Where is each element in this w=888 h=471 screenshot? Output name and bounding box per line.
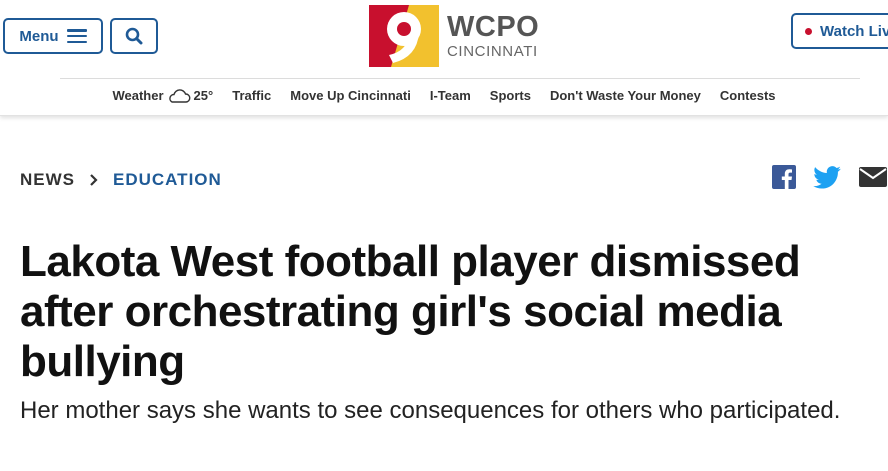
nav-item-i-team[interactable]: I-Team [430, 88, 471, 103]
article-subhead: Her mother says she wants to see consequ… [20, 397, 841, 424]
site-logo[interactable]: WCPO CINCINNATI [369, 5, 539, 67]
nav-divider [60, 78, 860, 79]
facebook-icon [772, 165, 796, 189]
search-button[interactable] [110, 18, 158, 54]
nav-item-move-up-cincinnati[interactable]: Move Up Cincinnati [290, 88, 411, 103]
watch-live-label: Watch Live [820, 22, 888, 40]
share-facebook-button[interactable] [772, 165, 796, 189]
main-nav: Weather 25° Traffic Move Up Cincinnati I… [0, 88, 888, 103]
twitter-icon [813, 165, 841, 189]
share-email-button[interactable] [858, 165, 888, 189]
breadcrumb-news[interactable]: NEWS [20, 170, 75, 190]
nav-item-weather[interactable]: Weather 25° [112, 88, 213, 103]
nav-item-contests[interactable]: Contests [720, 88, 776, 103]
logo-city: CINCINNATI [447, 43, 538, 60]
chevron-right-icon [90, 174, 98, 186]
nav-item-traffic[interactable]: Traffic [232, 88, 271, 103]
site-header: Menu WCPO CINCINNATI Watch Live [0, 0, 888, 116]
nav-weather-temp: 25° [193, 88, 214, 103]
cloud-icon [168, 88, 190, 103]
article-headline: Lakota West football player dismissed af… [20, 237, 801, 386]
breadcrumb-education[interactable]: EDUCATION [113, 170, 222, 190]
menu-label: Menu [19, 27, 59, 45]
logo-wordmark: WCPO [447, 11, 540, 43]
hamburger-icon [66, 29, 87, 43]
nav-weather-label: Weather [112, 88, 164, 103]
breadcrumb: NEWS EDUCATION [20, 170, 222, 190]
email-icon [859, 167, 887, 187]
search-icon [125, 27, 143, 45]
nav-item-dont-waste-your-money[interactable]: Don't Waste Your Money [550, 88, 701, 103]
share-twitter-button[interactable] [813, 165, 841, 189]
nav-item-sports[interactable]: Sports [490, 88, 531, 103]
logo-nine-mark [369, 5, 439, 67]
live-dot-icon [805, 27, 812, 35]
menu-button[interactable]: Menu [3, 18, 103, 54]
watch-live-button[interactable]: Watch Live [791, 13, 888, 49]
